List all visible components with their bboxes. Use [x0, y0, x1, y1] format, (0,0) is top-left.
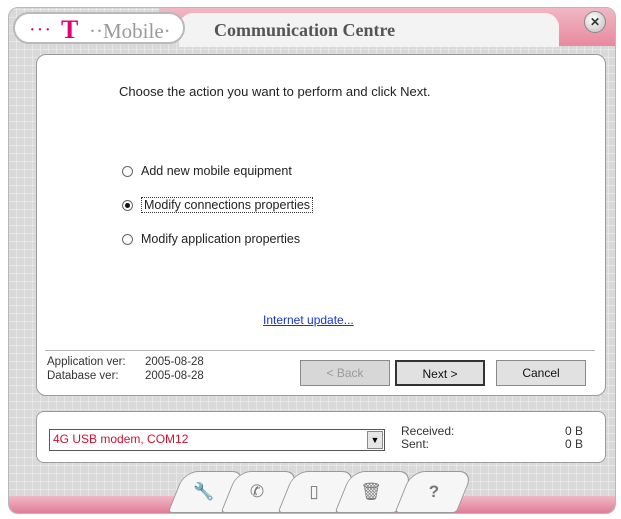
database-version-value: 2005-08-28: [145, 370, 204, 382]
chevron-down-icon[interactable]: ▼: [367, 431, 383, 449]
logo-wordmark: ··Mobile·: [89, 19, 171, 43]
received-value: 0 B: [565, 424, 584, 438]
next-button[interactable]: Next >: [395, 360, 485, 386]
wrench-icon: 🔧: [193, 482, 215, 501]
back-button[interactable]: < Back: [300, 360, 390, 386]
mobile-icon: ▯: [309, 482, 319, 501]
logo-t: T: [61, 15, 79, 44]
main-window: ··· T ··Mobile· Communication Centre ✕ C…: [8, 7, 616, 514]
option-modify-connections[interactable]: Modify connections properties: [122, 197, 314, 213]
radio-modify-application[interactable]: [122, 234, 133, 245]
wizard-prompt: Choose the action you want to perform an…: [119, 84, 431, 99]
phone-icon: ✆: [249, 482, 265, 501]
cancel-button[interactable]: Cancel: [496, 360, 586, 386]
option-label: Modify connections properties: [141, 197, 314, 213]
close-button[interactable]: ✕: [584, 11, 606, 33]
application-version: Application ver: 2005-08-28: [47, 356, 204, 368]
close-icon: ✕: [589, 15, 601, 29]
received-label: Received:: [401, 424, 455, 438]
device-select-value: 4G USB modem, COM12: [53, 432, 189, 446]
radio-modify-connections[interactable]: [122, 200, 133, 211]
option-add-equipment[interactable]: Add new mobile equipment: [122, 164, 292, 178]
application-version-label: Application ver:: [47, 356, 126, 368]
option-modify-application[interactable]: Modify application properties: [122, 232, 300, 246]
wizard-panel: Choose the action you want to perform an…: [36, 54, 606, 396]
logo-dots: ···: [29, 19, 52, 41]
status-panel: 4G USB modem, COM12 ▼ Received: Sent: 0 …: [36, 411, 606, 463]
tmobile-logo: ··· T ··Mobile·: [13, 12, 185, 44]
radio-add-equipment[interactable]: [122, 166, 133, 177]
sent-label: Sent:: [401, 437, 430, 451]
device-select[interactable]: 4G USB modem, COM12 ▼: [49, 429, 385, 451]
sent-value: 0 B: [565, 437, 584, 451]
database-version-label: Database ver:: [47, 370, 119, 382]
help-icon: ?: [428, 482, 440, 501]
divider: [45, 350, 595, 352]
database-version: Database ver: 2005-08-28: [47, 370, 204, 382]
trash-icon: 🗑: [360, 482, 382, 501]
title-bar: ··· T ··Mobile· Communication Centre ✕: [9, 8, 615, 50]
option-label: Modify application properties: [141, 232, 301, 246]
application-version-value: 2005-08-28: [145, 356, 204, 368]
option-label: Add new mobile equipment: [141, 164, 292, 178]
internet-update-link[interactable]: Internet update...: [263, 313, 354, 327]
window-title: Communication Centre: [214, 20, 396, 40]
